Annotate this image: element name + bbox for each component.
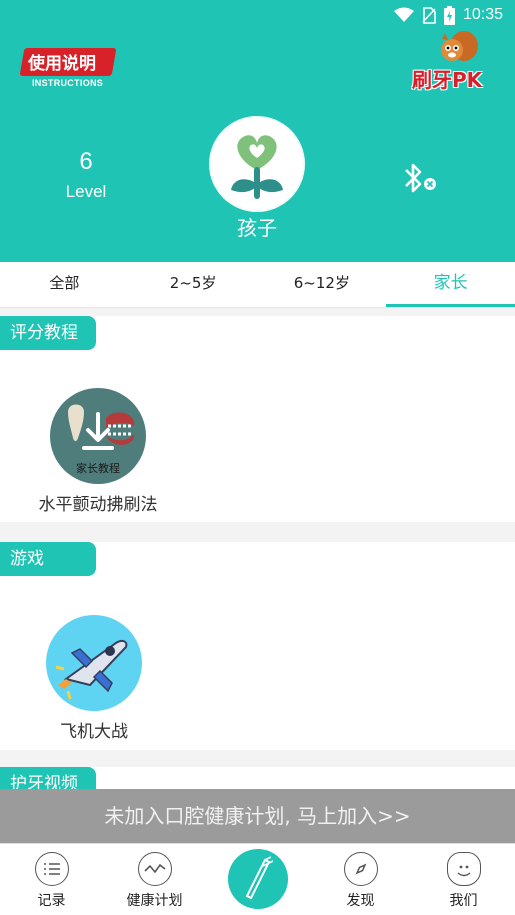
nav-discover[interactable]: 发现 (309, 844, 412, 915)
brush-pk-logo[interactable]: 刷牙PK (408, 30, 500, 92)
wifi-icon (393, 7, 414, 22)
battery-charging-icon (443, 5, 455, 25)
level-value: 6 (79, 148, 93, 175)
nav-us-label: 我们 (449, 893, 478, 909)
nav-health-plan-label: 健康计划 (126, 893, 183, 909)
header: 10:35 使用说明 INSTRUCTIONS 刷牙PK 6 Level 孩子 (0, 0, 515, 262)
tutorial-item[interactable]: 家长教程 水平颤动拂刷法 (33, 388, 163, 515)
clock: 10:35 (462, 6, 503, 23)
tutorial-caption: 水平颤动拂刷法 (38, 495, 158, 515)
age-tabs: 全部 2~5岁 6~12岁 家长 (0, 262, 515, 308)
tab-all[interactable]: 全部 (0, 262, 129, 307)
instructions-subtitle: INSTRUCTIONS (32, 78, 104, 88)
heart-sprout-icon (231, 135, 283, 199)
game-caption: 飞机大战 (60, 722, 128, 742)
nav-brush[interactable] (206, 844, 309, 915)
section-title-games: 游戏 (0, 542, 96, 576)
instructions-title: 使用说明 (28, 54, 96, 74)
brush-pk-title: 刷牙PK (412, 68, 483, 92)
section-games: 游戏 飞机大战 (0, 542, 515, 750)
nav-discover-label: 发现 (346, 893, 375, 909)
toothbrush-icon (245, 856, 273, 900)
child-name: 孩子 (237, 216, 277, 240)
nav-records-label: 记录 (37, 893, 66, 909)
toothbrush-button[interactable] (227, 849, 288, 909)
level-label: Level (65, 182, 107, 201)
bluetooth-disconnected-button[interactable] (398, 160, 440, 196)
game-item[interactable]: 飞机大战 (29, 615, 159, 742)
instructions-logo[interactable]: 使用说明 INSTRUCTIONS (18, 40, 118, 94)
game-thumbnail (46, 615, 142, 711)
no-sim-icon (422, 6, 436, 24)
bluetooth-disconnected-icon (405, 163, 436, 193)
compass-icon (343, 852, 378, 886)
trend-icon (137, 852, 172, 886)
status-bar: 10:35 (393, 4, 503, 26)
tutorial-badge: 家长教程 (76, 462, 120, 475)
level-display: 6 Level (56, 148, 116, 202)
tab-age-6-12[interactable]: 6~12岁 (258, 262, 387, 307)
bottom-nav: 记录 健康计划 发现 我们 (0, 843, 515, 915)
section-title-tutorial: 评分教程 (0, 316, 96, 350)
nav-records[interactable]: 记录 (0, 844, 103, 915)
tab-parents[interactable]: 家长 (386, 262, 515, 307)
section-tutorial: 评分教程 家长教程 水平颤动拂刷法 (0, 316, 515, 522)
tab-age-2-5[interactable]: 2~5岁 (129, 262, 258, 307)
join-health-plan-banner[interactable]: 未加入口腔健康计划, 马上加入>> (0, 789, 515, 843)
tutorial-thumbnail: 家长教程 (50, 388, 146, 484)
list-icon (34, 852, 69, 886)
nav-health-plan[interactable]: 健康计划 (103, 844, 206, 915)
mascot-icon (446, 852, 481, 886)
fighter-jet-icon (55, 639, 128, 700)
nav-us[interactable]: 我们 (412, 844, 515, 915)
child-avatar[interactable] (209, 116, 305, 212)
